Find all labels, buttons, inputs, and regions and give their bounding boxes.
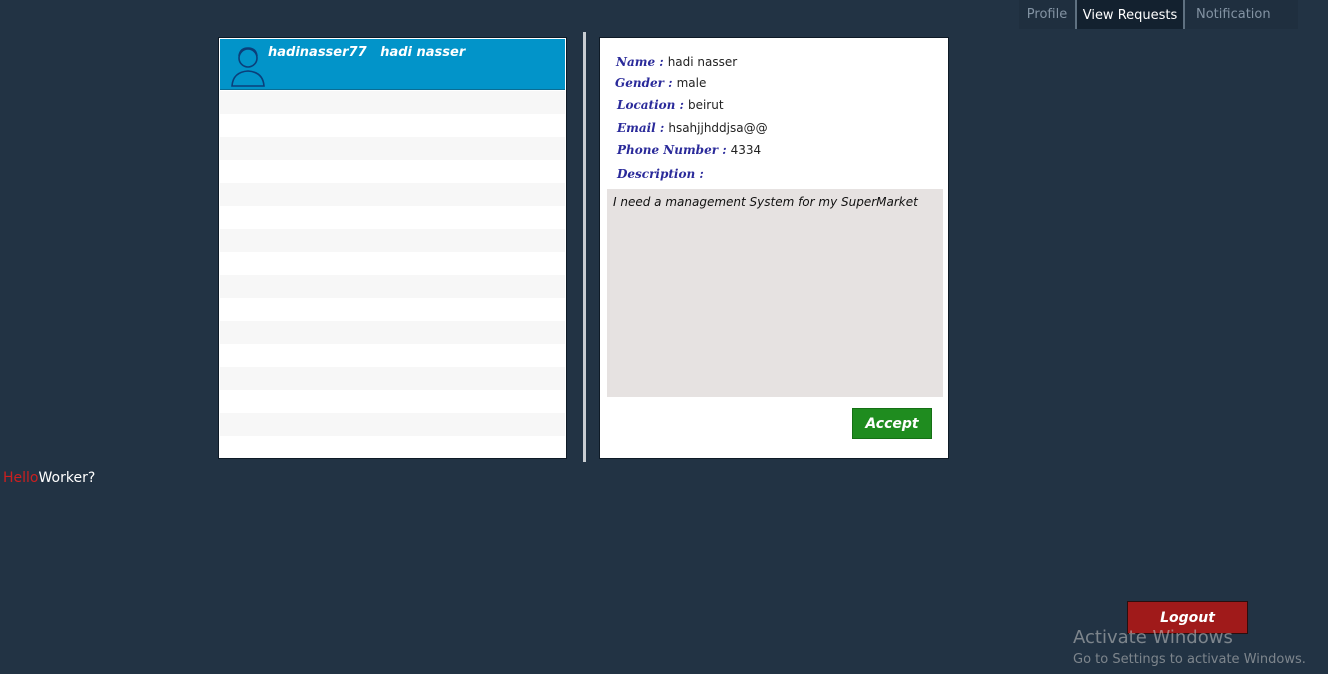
field-phone-value: 4334: [730, 143, 762, 157]
top-nav: Profile View Requests Notification: [1019, 0, 1298, 29]
list-row: [220, 413, 565, 436]
list-row: [220, 160, 565, 183]
list-row: [220, 229, 565, 252]
list-row: [220, 321, 565, 344]
accept-button[interactable]: Accept: [852, 408, 932, 439]
field-gender-label: Gender :: [615, 76, 673, 90]
field-gender-value: male: [676, 76, 707, 90]
field-phone: Phone Number :4334: [617, 143, 761, 157]
activate-windows-watermark: Activate Windows Go to Settings to activ…: [1073, 627, 1306, 667]
watermark-subtitle: Go to Settings to activate Windows.: [1073, 652, 1306, 667]
greeting: HelloWorker?: [3, 470, 95, 486]
request-fullname: hadi nasser: [380, 45, 466, 60]
list-row: [220, 114, 565, 137]
tab-notification[interactable]: Notification: [1185, 0, 1298, 29]
list-row: [220, 183, 565, 206]
list-rows: [220, 91, 565, 458]
panel-divider: [583, 32, 586, 462]
field-name: Name : hadi nasser: [616, 55, 737, 69]
request-header-text: hadinasser77 hadi nasser: [268, 45, 465, 60]
requests-list: hadinasser77 hadi nasser: [218, 37, 567, 459]
description-text: I need a management System for my SuperM…: [607, 189, 943, 397]
watermark-title: Activate Windows: [1073, 627, 1233, 648]
user-avatar-icon: [230, 43, 266, 87]
list-row: [220, 137, 565, 160]
field-email-label: Email :: [617, 121, 665, 135]
field-location: Location : beirut: [617, 98, 724, 112]
list-row: [220, 252, 565, 275]
list-row: [220, 91, 565, 114]
greeting-role: Worker?: [38, 470, 96, 486]
tab-view-requests[interactable]: View Requests: [1075, 0, 1185, 29]
list-row: [220, 367, 565, 390]
field-location-value: beirut: [687, 98, 724, 112]
field-name-value: hadi nasser: [667, 55, 738, 69]
list-row: [220, 298, 565, 321]
list-row: [220, 344, 565, 367]
list-row: [220, 390, 565, 413]
request-list-item[interactable]: hadinasser77 hadi nasser: [220, 39, 565, 90]
field-description-label: Description :: [617, 167, 704, 181]
field-name-label: Name :: [616, 55, 664, 69]
greeting-hello: Hello: [3, 470, 39, 486]
list-row: [220, 275, 565, 298]
request-detail-panel: Name : hadi nasser Gender : male Location …: [599, 37, 949, 459]
field-phone-label: Phone Number :: [617, 143, 727, 157]
field-description: Description :: [617, 167, 708, 181]
request-username: hadinasser77: [268, 45, 367, 60]
list-row: [220, 436, 565, 458]
tab-profile[interactable]: Profile: [1019, 0, 1075, 29]
field-email: Email : hsahjjhddjsa@@: [617, 121, 768, 135]
field-gender: Gender : male: [615, 76, 706, 90]
list-row: [220, 206, 565, 229]
field-location-label: Location :: [617, 98, 684, 112]
field-email-value: hsahjjhddjsa@@: [668, 121, 768, 135]
